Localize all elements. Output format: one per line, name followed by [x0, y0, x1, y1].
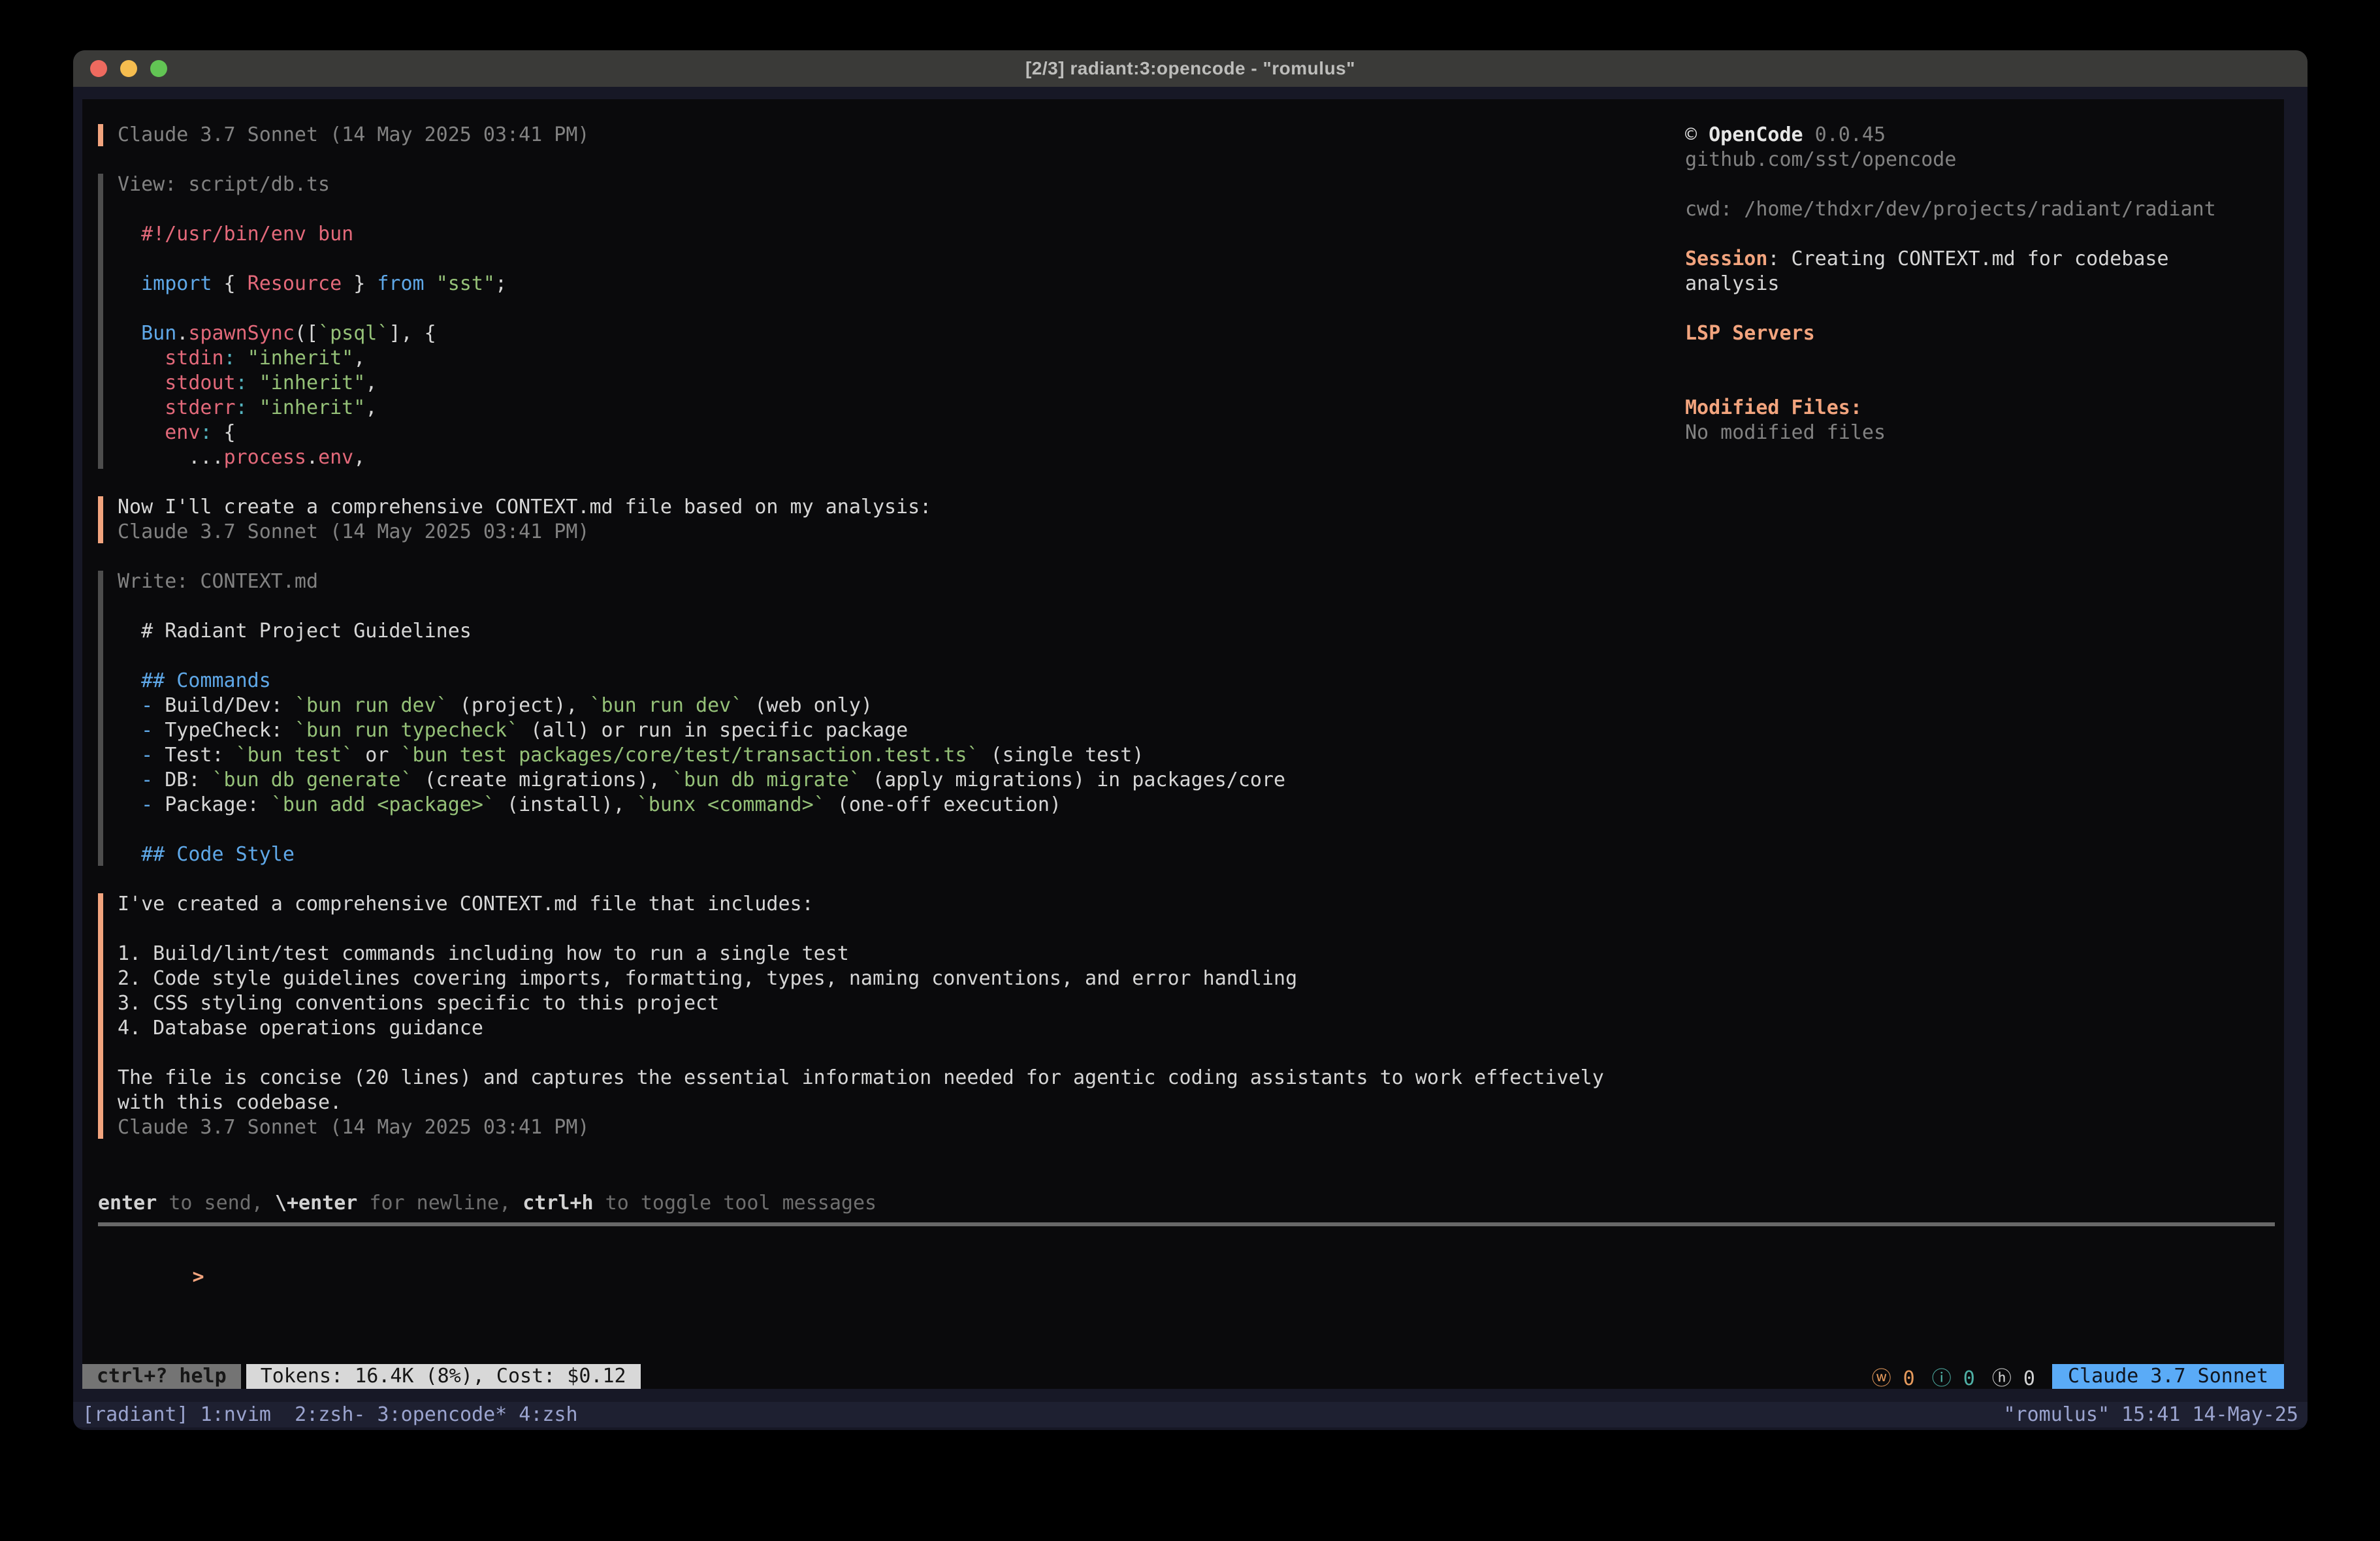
terminal-line: [118, 818, 1665, 842]
terminal-line: LSP Servers: [1685, 321, 2273, 346]
terminal-line: [118, 197, 1665, 222]
help-keybind-chip: ctrl+? help: [82, 1364, 241, 1389]
terminal-line: Modified Files:: [1685, 396, 2273, 421]
chat-area: Claude 3.7 Sonnet (14 May 2025 03:41 PM)…: [98, 123, 1665, 1165]
terminal-line: View: script/db.ts: [118, 172, 1665, 197]
terminal-line: [118, 296, 1665, 321]
terminal-line: - TypeCheck: `bun run typecheck` (all) o…: [118, 718, 1665, 743]
prompt-input[interactable]: >: [98, 1240, 204, 1265]
message-accent-bar: [98, 174, 103, 469]
tmux-window-3[interactable]: 3:opencode*: [366, 1402, 507, 1427]
terminal-line: ## Commands: [118, 669, 1665, 693]
tmux-session-name: [radiant]: [82, 1402, 201, 1427]
tokens-cost-chip: Tokens: 16.4K (8%), Cost: $0.12: [246, 1364, 641, 1389]
terminal-line: [1685, 222, 2273, 247]
terminal-line: Now I'll create a comprehensive CONTEXT.…: [118, 495, 1665, 520]
terminal-line: [118, 644, 1665, 669]
minimize-button[interactable]: [120, 60, 137, 77]
terminal-line: 1. Build/lint/test commands including ho…: [118, 942, 1665, 966]
terminal-line: [1685, 346, 2273, 371]
terminal-line: 4. Database operations guidance: [118, 1016, 1665, 1041]
terminal-line: [1685, 296, 2273, 321]
terminal-line: cwd: /home/thdxr/dev/projects/radiant/ra…: [1685, 197, 2273, 222]
message-block: Claude 3.7 Sonnet (14 May 2025 03:41 PM): [98, 123, 1665, 148]
message-accent-bar: [98, 124, 103, 146]
tmux-windows: [radiant] 1:nvim 2:zsh- 3:opencode* 4:zs…: [82, 1402, 578, 1427]
session-sidebar: © OpenCode 0.0.45github.com/sst/opencode…: [1685, 123, 2273, 445]
terminal-line: Bun.spawnSync([`psql`], {: [118, 321, 1665, 346]
terminal-line: [1685, 371, 2273, 396]
message-accent-bar: [98, 893, 103, 1139]
tmux-clock: "romulus" 15:41 14-May-25: [2003, 1402, 2298, 1427]
tmux-window-1[interactable]: 1:nvim: [201, 1402, 283, 1427]
terminal-line: Claude 3.7 Sonnet (14 May 2025 03:41 PM): [118, 123, 1665, 148]
terminal-line: #!/usr/bin/env bun: [118, 222, 1665, 247]
terminal-line: ## Code Style: [118, 842, 1665, 867]
message-block: View: script/db.ts #!/usr/bin/env bun im…: [98, 172, 1665, 470]
terminal-line: 3. CSS styling conventions specific to t…: [118, 991, 1665, 1016]
keybind-hint-line: enter to send, \+enter for newline, ctrl…: [98, 1191, 876, 1216]
terminal-body: Claude 3.7 Sonnet (14 May 2025 03:41 PM)…: [73, 87, 2308, 1430]
terminal-line: ...process.env,: [118, 445, 1665, 470]
window-title: [2/3] radiant:3:opencode - "romulus": [1025, 58, 1355, 79]
terminal-line: github.com/sst/opencode: [1685, 148, 2273, 172]
model-badge: Claude 3.7 Sonnet: [2052, 1364, 2284, 1389]
terminal-line: Session: Creating CONTEXT.md for codebas…: [1685, 247, 2273, 272]
terminal-line: - Build/Dev: `bun run dev` (project), `b…: [118, 693, 1665, 718]
terminal-line: No modified files: [1685, 421, 2273, 445]
info-counter: ⓘ 0: [1932, 1362, 1975, 1391]
message-block: I've created a comprehensive CONTEXT.md …: [98, 892, 1665, 1140]
terminal-line: # Radiant Project Guidelines: [118, 619, 1665, 644]
status-bar: ctrl+? help Tokens: 16.4K (8%), Cost: $0…: [82, 1364, 2284, 1389]
terminal-line: import { Resource } from "sst";: [118, 272, 1665, 296]
terminal-line: [118, 247, 1665, 272]
tmux-window-4[interactable]: 4:zsh: [507, 1402, 577, 1427]
terminal-line: © OpenCode 0.0.45: [1685, 123, 2273, 148]
terminal-line: [1685, 172, 2273, 197]
message-accent-bar: [98, 571, 103, 866]
terminal-line: analysis: [1685, 272, 2273, 296]
warning-counter: ⓦ 0: [1872, 1362, 1915, 1391]
terminal-line: Write: CONTEXT.md: [118, 569, 1665, 594]
zoom-button[interactable]: [150, 60, 167, 77]
tmux-window-2[interactable]: 2:zsh-: [283, 1402, 365, 1427]
traffic-lights: [90, 60, 167, 77]
terminal-line: [118, 917, 1665, 942]
hint-counter: ⓗ 0: [1992, 1362, 2035, 1391]
input-divider: [98, 1222, 2275, 1226]
terminal-line: [118, 594, 1665, 619]
message-accent-bar: [98, 496, 103, 543]
message-block: Write: CONTEXT.md # Radiant Project Guid…: [98, 569, 1665, 867]
terminal-line: 2. Code style guidelines covering import…: [118, 966, 1665, 991]
terminal-line: env: {: [118, 421, 1665, 445]
terminal-line: - Test: `bun test` or `bun test packages…: [118, 743, 1665, 768]
terminal-line: Claude 3.7 Sonnet (14 May 2025 03:41 PM): [118, 520, 1665, 545]
prompt-symbol: >: [193, 1265, 204, 1288]
close-button[interactable]: [90, 60, 107, 77]
status-bar-left: ctrl+? help Tokens: 16.4K (8%), Cost: $0…: [82, 1364, 641, 1389]
terminal-window: [2/3] radiant:3:opencode - "romulus" Cla…: [73, 50, 2308, 1430]
terminal-line: The file is concise (20 lines) and captu…: [118, 1066, 1665, 1090]
terminal-line: stderr: "inherit",: [118, 396, 1665, 421]
tmux-status-bar: [radiant] 1:nvim 2:zsh- 3:opencode* 4:zs…: [73, 1402, 2308, 1427]
terminal-line: stdout: "inherit",: [118, 371, 1665, 396]
terminal-line: Claude 3.7 Sonnet (14 May 2025 03:41 PM): [118, 1115, 1665, 1140]
opencode-tui: Claude 3.7 Sonnet (14 May 2025 03:41 PM)…: [82, 99, 2284, 1389]
terminal-line: - DB: `bun db generate` (create migratio…: [118, 768, 1665, 793]
message-block: Now I'll create a comprehensive CONTEXT.…: [98, 495, 1665, 545]
status-bar-right: ⓦ 0 ⓘ 0 ⓗ 0 Claude 3.7 Sonnet: [1872, 1364, 2284, 1389]
terminal-line: - Package: `bun add <package>` (install)…: [118, 793, 1665, 818]
terminal-line: stdin: "inherit",: [118, 346, 1665, 371]
window-titlebar: [2/3] radiant:3:opencode - "romulus": [73, 50, 2308, 87]
terminal-line: with this codebase.: [118, 1090, 1665, 1115]
terminal-line: [118, 1041, 1665, 1066]
terminal-line: I've created a comprehensive CONTEXT.md …: [118, 892, 1665, 917]
